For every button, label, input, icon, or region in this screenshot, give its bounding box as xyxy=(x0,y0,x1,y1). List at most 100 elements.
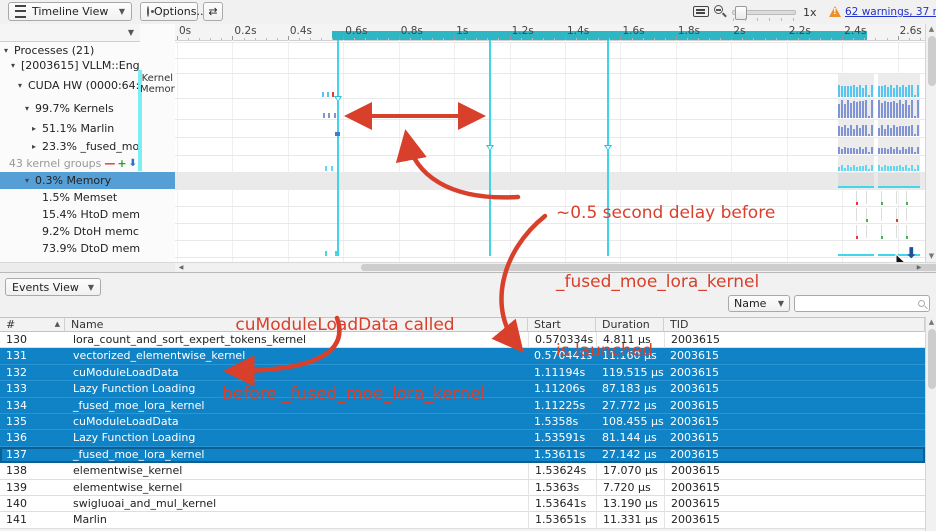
kernel-groups-hist xyxy=(914,169,916,171)
kernels-hist xyxy=(917,100,919,118)
fused-moe-hist xyxy=(887,149,889,154)
marlin-hist xyxy=(905,126,907,136)
cell-start: 1.53641s xyxy=(528,496,596,512)
kernels-hist xyxy=(868,116,870,118)
cell-num: 135 xyxy=(0,414,65,430)
swap-rows-button[interactable]: ⇄ xyxy=(203,2,223,21)
top-toolbar: Timeline View ▼ Options... ⇄ 1x 62 warni… xyxy=(0,0,936,25)
ruler-minor-tick xyxy=(820,38,821,40)
pin-row-icon[interactable]: ⬇ xyxy=(129,158,137,169)
cuda-kernel-hist xyxy=(847,86,849,97)
expanded-icon[interactable]: ▾ xyxy=(18,81,28,90)
sparse-activity-mark xyxy=(325,166,327,171)
chevron-down-icon: ▼ xyxy=(778,299,784,308)
timeline-canvas[interactable]: 0s0.2s0.4s0.6s0.8s1s1.2s1.4s1.6s1.8s2s2.… xyxy=(175,24,925,262)
kernel-groups-hist xyxy=(884,165,886,171)
tree-row-43-kernel-groups[interactable]: 43 kernel groups—+⬇ xyxy=(0,155,140,172)
options-button[interactable]: Options... xyxy=(140,2,198,21)
timeline-horizontal-scrollbar[interactable]: ◀ ▶ xyxy=(0,262,936,272)
ruler-minor-tick xyxy=(853,38,854,40)
fused-moe-hist xyxy=(865,147,867,154)
sparse-activity-mark xyxy=(323,113,325,118)
collapsed-icon[interactable]: ▸ xyxy=(32,142,42,151)
events-search-input[interactable] xyxy=(794,295,930,312)
event-row-140[interactable]: 140swigluoai_and_mul_kernel1.53641s13.19… xyxy=(0,496,925,512)
timeline-view-selector[interactable]: Timeline View ▼ xyxy=(8,2,132,21)
remove-group-icon[interactable]: — xyxy=(104,157,115,170)
timeline-vertical-scrollbar[interactable]: ▲ ▼ xyxy=(925,24,936,262)
tree-header-menu-icon[interactable]: ▼ xyxy=(128,28,134,37)
events-scroll-thumb[interactable] xyxy=(928,329,936,389)
expanded-icon[interactable]: ▾ xyxy=(11,61,21,70)
warnings-messages-link[interactable]: 62 warnings, 37 messages xyxy=(845,6,936,18)
marlin-hist xyxy=(878,128,880,136)
row-separator xyxy=(175,172,925,173)
cuda-kernel-hist xyxy=(850,86,852,97)
ruler-minor-tick xyxy=(255,38,256,40)
ruler-minor-tick xyxy=(698,38,699,40)
marlin-hist xyxy=(914,134,916,136)
fused-moe-hist xyxy=(905,149,907,154)
tree-row-1-5-memset[interactable]: 1.5% Memset xyxy=(0,189,140,206)
column-header-num[interactable]: # ▲ xyxy=(0,318,65,331)
kernels-hist xyxy=(884,101,886,118)
collapsed-icon[interactable]: ▸ xyxy=(32,124,42,133)
marlin-hist xyxy=(902,126,904,136)
timeline-ruler[interactable]: 0s0.2s0.4s0.6s0.8s1s1.2s1.4s1.6s1.8s2s2.… xyxy=(175,24,925,41)
cell-tid: 2003615 xyxy=(664,480,925,496)
keyboard-icon[interactable] xyxy=(693,6,709,17)
memory-baseline xyxy=(838,186,874,188)
tree-row-label: 43 kernel groups xyxy=(9,157,102,170)
ruler-minor-tick xyxy=(321,38,322,40)
events-vertical-scrollbar[interactable]: ▲ xyxy=(925,317,936,531)
zoom-out-icon[interactable] xyxy=(714,5,723,14)
marlin-hist xyxy=(896,127,898,136)
hairline xyxy=(866,191,867,204)
kernel-groups-hist xyxy=(887,166,889,171)
event-row-139[interactable]: 139elementwise_kernel1.5363s7.720 µs2003… xyxy=(0,480,925,496)
marlin-hist xyxy=(844,125,846,136)
fused-moe-hist xyxy=(871,147,873,154)
expanded-icon[interactable]: ▾ xyxy=(25,176,35,185)
tree-row-15-4-htod-memcpy[interactable]: 15.4% HtoD memcpy xyxy=(0,206,140,223)
scroll-down-icon[interactable]: ▼ xyxy=(926,251,936,262)
add-group-icon[interactable]: + xyxy=(117,157,126,170)
kernel-groups-hist xyxy=(847,165,849,171)
fused-moe-hist xyxy=(914,152,916,154)
expanded-icon[interactable]: ▾ xyxy=(4,46,14,55)
cell-start: 1.53611s xyxy=(528,447,596,463)
tree-row-9-2-dtoh-memcpy[interactable]: 9.2% DtoH memcpy xyxy=(0,223,140,240)
timeline-cursor-line[interactable] xyxy=(337,40,339,256)
timeline-scroll-thumb[interactable] xyxy=(928,36,936,86)
tree-row-processes-21[interactable]: ▾Processes (21) xyxy=(0,42,140,58)
expanded-icon[interactable]: ▾ xyxy=(25,104,35,113)
tree-row-2003615-vllm-enginecore[interactable]: ▾[2003615] VLLM::EngineCore xyxy=(0,58,140,73)
ruler-minor-tick xyxy=(864,38,865,40)
tree-row-0-3-memory[interactable]: ▾0.3% Memory xyxy=(0,172,140,189)
event-row-137[interactable]: 137_fused_moe_lora_kernel1.53611s27.142 … xyxy=(0,447,925,463)
tree-row-73-9-dtod-memcpy[interactable]: 73.9% DtoD memcpy xyxy=(0,240,140,257)
tree-row-23-3-fused-moe-lo[interactable]: ▸23.3% _fused_moe_lo⬇ xyxy=(0,137,140,155)
scroll-up-icon[interactable]: ▲ xyxy=(926,24,936,35)
marlin-hist xyxy=(847,128,849,136)
event-row-138[interactable]: 138elementwise_kernel1.53624s17.070 µs20… xyxy=(0,463,925,479)
tree-row-51-1-marlin[interactable]: ▸51.1% Marlin xyxy=(0,119,140,137)
ruler-minor-tick xyxy=(576,38,577,40)
event-row-136[interactable]: 136Lazy Function Loading1.53591s81.144 µ… xyxy=(0,430,925,446)
tree-row-99-7-kernels[interactable]: ▾99.7% Kernels xyxy=(0,98,140,119)
cuda-kernel-hist xyxy=(896,85,898,97)
cuda-kernel-hist xyxy=(859,85,861,97)
ruler-minor-tick xyxy=(498,38,499,40)
kernel-groups-hist xyxy=(902,167,904,171)
tree-row-label: CUDA HW (0000:64:00.0 - N xyxy=(28,79,140,92)
events-view-selector[interactable]: Events View ▼ xyxy=(5,278,101,296)
kernel-groups-hist xyxy=(908,168,910,171)
zoom-slider[interactable] xyxy=(732,10,796,15)
tree-row-label: 1.5% Memset xyxy=(42,191,117,204)
tree-row-cuda-hw-0000-64-00-0-n[interactable]: ▾CUDA HW (0000:64:00.0 - N xyxy=(0,73,140,98)
event-row-141[interactable]: 141Marlin1.53651s11.331 µs2003615 xyxy=(0,512,925,528)
row-separator xyxy=(175,73,925,74)
scroll-up-icon[interactable]: ▲ xyxy=(926,317,936,328)
marlin-hist xyxy=(862,125,864,136)
ruler-minor-tick xyxy=(266,38,267,40)
